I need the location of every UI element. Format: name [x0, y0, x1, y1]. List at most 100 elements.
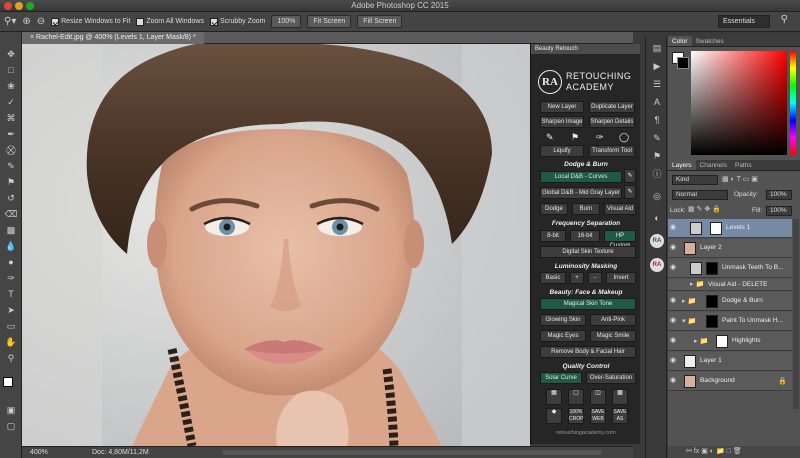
horizontal-scrollbar[interactable]	[222, 450, 602, 455]
trash-icon[interactable]: 🗑	[733, 448, 742, 455]
eye-icon[interactable]: ◉	[670, 357, 678, 365]
liquify-button[interactable]: Liquify	[540, 145, 584, 157]
eye-icon[interactable]: ◉	[670, 317, 678, 325]
save-as-icon[interactable]: SAVE AS	[612, 408, 628, 424]
guides-icon[interactable]: ▢	[568, 389, 584, 405]
actions-icon[interactable]: ▶	[651, 60, 663, 72]
glowing-skin-button[interactable]: Glowing Skin	[540, 314, 586, 326]
layer-group-row[interactable]: ◉ ▸ 📁 Dodge & Burn	[668, 292, 792, 311]
eye-icon[interactable]: ◉	[670, 297, 678, 305]
transform-tool-button[interactable]: Transform Tool	[589, 145, 635, 157]
over-saturation-button[interactable]: Over-Saturation	[586, 372, 636, 384]
pencil-icon[interactable]: ✑	[596, 132, 604, 143]
history-icon[interactable]: ▤	[651, 42, 663, 54]
clone-source-icon[interactable]: ⚑	[651, 150, 663, 162]
digital-skin-texture-button[interactable]: Digital Skin Texture	[540, 246, 636, 258]
brush-icon[interactable]: ✎	[546, 132, 554, 143]
marquee-tool-icon[interactable]: □	[4, 64, 18, 76]
global-db-button[interactable]: Global D&B - Mid Gray Layer	[540, 187, 622, 199]
add-mask-icon[interactable]: ▣	[701, 448, 708, 455]
eyedropper-tool-icon[interactable]: ✒	[4, 128, 18, 140]
tab-paths[interactable]: Paths	[731, 160, 756, 170]
tab-channels[interactable]: Channels	[696, 160, 731, 170]
mask-thumbnail[interactable]	[706, 315, 718, 328]
document-tab[interactable]: × Rachel-Edit.jpg @ 400% (Levels 1, Laye…	[22, 32, 204, 44]
background-swatch[interactable]	[677, 57, 689, 69]
new-layer-button[interactable]: New Layer	[540, 101, 584, 113]
eye-icon[interactable]: ◉	[670, 337, 678, 345]
fill-input[interactable]: 100%	[766, 206, 792, 216]
layer-group-row[interactable]: ◉ ▾ 📁 Paint To Unmask H...	[668, 312, 792, 331]
screen-mode-icon[interactable]: ▢	[4, 420, 18, 432]
blur-tool-icon[interactable]: 💧	[4, 240, 18, 252]
sharpen-details-button[interactable]: Sharpen Details	[589, 116, 635, 128]
ra-panel-icon-2[interactable]: RA	[650, 258, 664, 272]
hp-custom-button[interactable]: HP Custom	[604, 230, 636, 249]
dodge-button[interactable]: Dodge	[540, 203, 568, 215]
color-picker-field[interactable]	[691, 51, 787, 155]
zoom-level[interactable]: 400%	[30, 447, 48, 458]
gradient-tool-icon[interactable]: ▩	[4, 224, 18, 236]
filter-icons[interactable]: ▩ ◐ T ▭ ▣	[722, 175, 758, 183]
local-db-curves-button[interactable]: Local D&B - Curves	[540, 171, 622, 183]
eye-icon[interactable]: ◉	[670, 377, 678, 385]
eye-icon[interactable]	[670, 281, 678, 289]
image-icon[interactable]: ▩	[612, 389, 628, 405]
ra-panel-icon[interactable]: RA	[650, 234, 664, 248]
eye-icon[interactable]: ◉	[670, 264, 678, 272]
kind-filter-select[interactable]: Kind	[672, 175, 718, 185]
navigator-icon[interactable]: ◎	[651, 190, 663, 202]
blend-mode-select[interactable]: Normal	[672, 190, 728, 200]
tab-layers[interactable]: Layers	[668, 160, 696, 170]
layer-group-row[interactable]: ◉ ▸ 📁 Highlights	[668, 332, 792, 351]
paragraph-icon[interactable]: ¶	[651, 114, 663, 126]
remove-hair-button[interactable]: Remove Body & Facial Hair	[540, 346, 636, 358]
mask-thumbnail[interactable]	[710, 222, 722, 235]
type-tool-icon[interactable]: T	[4, 288, 18, 300]
burn-button[interactable]: Burn	[572, 203, 600, 215]
duplicate-layer-button[interactable]: Duplicate Layer	[589, 101, 635, 113]
solar-curve-button[interactable]: Solar Curve	[540, 372, 582, 384]
layers-scrollbar[interactable]	[793, 219, 799, 409]
eye-icon[interactable]: ◉	[670, 224, 678, 232]
sharpen-image-button[interactable]: Sharpen Image	[540, 116, 584, 128]
zoom-all-checkbox[interactable]: Zoom All Windows	[136, 17, 204, 26]
shape-tool-icon[interactable]: ▭	[4, 320, 18, 332]
zoom-tool-icon[interactable]: ⚲▾	[4, 16, 16, 27]
eraser-tool-icon[interactable]: ⌫	[4, 208, 18, 220]
adjustments-icon[interactable]: ◐	[651, 212, 663, 224]
healing-brush-icon[interactable]: ⛒	[4, 144, 18, 156]
link-icon[interactable]: ⚯	[686, 448, 692, 455]
search-icon[interactable]: ⚲	[781, 14, 788, 25]
layer-row[interactable]: ◉ Layer 2	[668, 239, 792, 258]
pen-tool-icon[interactable]: ✑	[4, 272, 18, 284]
zoom-in-icon[interactable]: ⊕	[22, 16, 30, 27]
invert-button[interactable]: Invert	[606, 272, 636, 284]
eye-icon[interactable]: ◉	[670, 244, 678, 252]
zoom-out-icon[interactable]: ⊖	[37, 16, 45, 27]
workspace-select[interactable]: Essentials	[718, 15, 770, 28]
mask-thumbnail[interactable]	[706, 295, 718, 308]
mask-thumbnail[interactable]	[716, 335, 728, 348]
anti-pink-button[interactable]: Anti-Pink	[590, 314, 636, 326]
zoom-100-button[interactable]: 100%	[271, 15, 302, 28]
crop-100-icon[interactable]: 100% CROP	[568, 408, 584, 424]
stamp-icon[interactable]: ⚑	[571, 132, 579, 143]
layers-icon[interactable]: ◆	[546, 408, 562, 424]
website-link[interactable]: retouchingacademy.com	[531, 430, 641, 436]
foreground-color-swatch[interactable]	[3, 377, 13, 387]
quick-select-tool-icon[interactable]: ✓	[4, 96, 18, 108]
layer-group-row[interactable]: ▸ 📁 Visual Aid - DELETE	[668, 279, 792, 291]
scrubby-zoom-checkbox[interactable]: Scrubby Zoom	[209, 17, 265, 26]
basic-button[interactable]: Basic	[540, 272, 566, 284]
hue-slider[interactable]	[790, 51, 796, 155]
brush-icon[interactable]: ✎	[624, 185, 636, 199]
properties-icon[interactable]: ☰	[651, 78, 663, 90]
grid-icon[interactable]: ▦	[546, 389, 562, 405]
8-bit-button[interactable]: 8-bit	[540, 230, 566, 242]
opacity-input[interactable]: 100%	[766, 190, 792, 200]
magic-smile-button[interactable]: Magic Smile	[590, 330, 636, 342]
brush-presets-icon[interactable]: ✎	[651, 132, 663, 144]
quick-mask-icon[interactable]: ▣	[4, 404, 18, 416]
zoom-tool-icon[interactable]: ⚲	[4, 352, 18, 364]
